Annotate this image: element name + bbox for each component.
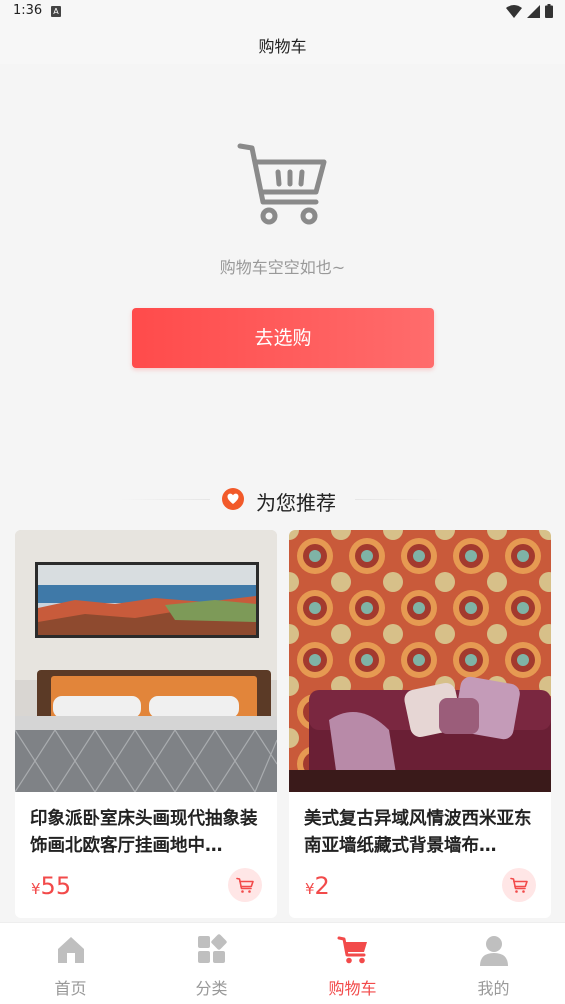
product-title[interactable]: 美式复古异域风情波西米亚东南亚墙纸藏式背景墙布… xyxy=(304,806,539,860)
nav-bar: 购物车 xyxy=(0,24,565,64)
recommend-title: 为您推荐 xyxy=(256,491,336,515)
cart-icon xyxy=(236,877,254,893)
user-icon xyxy=(479,936,508,966)
product-image[interactable] xyxy=(15,530,277,792)
product-price: ¥2 xyxy=(305,872,330,900)
tab-label: 购物车 xyxy=(328,979,377,998)
tab-category[interactable]: 分类 xyxy=(141,923,282,1004)
signal-icon xyxy=(527,4,540,18)
tab-label: 分类 xyxy=(195,979,228,998)
currency-symbol: ¥ xyxy=(31,880,41,898)
tab-bar: 首页 分类 购物车 我的 xyxy=(0,922,565,1004)
product-image[interactable] xyxy=(289,530,551,792)
add-to-cart-button[interactable] xyxy=(502,868,536,902)
status-time: 1:36 xyxy=(13,3,43,18)
battery-icon xyxy=(545,4,553,18)
currency-symbol: ¥ xyxy=(305,880,315,898)
tab-cart[interactable]: 购物车 xyxy=(282,923,423,1004)
status-bar: 1:36 A xyxy=(0,0,565,24)
tab-label: 我的 xyxy=(477,979,510,998)
price-value: 2 xyxy=(314,872,330,900)
home-icon xyxy=(57,937,84,963)
category-icon xyxy=(197,934,227,963)
recommend-header: 为您推荐 xyxy=(0,484,565,516)
product-title[interactable]: 印象派卧室床头画现代抽象装饰画北欧客厅挂画地中… xyxy=(30,806,265,860)
product-card[interactable]: 印象派卧室床头画现代抽象装饰画北欧客厅挂画地中… ¥55 xyxy=(15,530,277,918)
page-title: 购物车 xyxy=(258,37,307,56)
tab-label: 首页 xyxy=(54,979,87,998)
notification-icon: A xyxy=(51,6,61,17)
divider xyxy=(120,499,210,500)
tab-home[interactable]: 首页 xyxy=(0,923,141,1004)
go-shopping-button[interactable]: 去选购 xyxy=(132,308,434,368)
product-card[interactable]: 美式复古异域风情波西米亚东南亚墙纸藏式背景墙布… ¥2 xyxy=(289,530,551,918)
add-to-cart-button[interactable] xyxy=(228,868,262,902)
tab-profile[interactable]: 我的 xyxy=(423,923,564,1004)
cart-icon xyxy=(337,936,367,964)
cart-icon xyxy=(510,877,528,893)
price-value: 55 xyxy=(40,872,72,900)
wifi-icon xyxy=(506,4,522,18)
divider xyxy=(355,499,445,500)
product-price: ¥55 xyxy=(31,872,71,900)
status-icons xyxy=(506,4,553,18)
heart-icon xyxy=(222,488,244,510)
empty-cart-message: 购物车空空如也~ xyxy=(219,258,346,277)
empty-cart-icon xyxy=(237,143,327,225)
